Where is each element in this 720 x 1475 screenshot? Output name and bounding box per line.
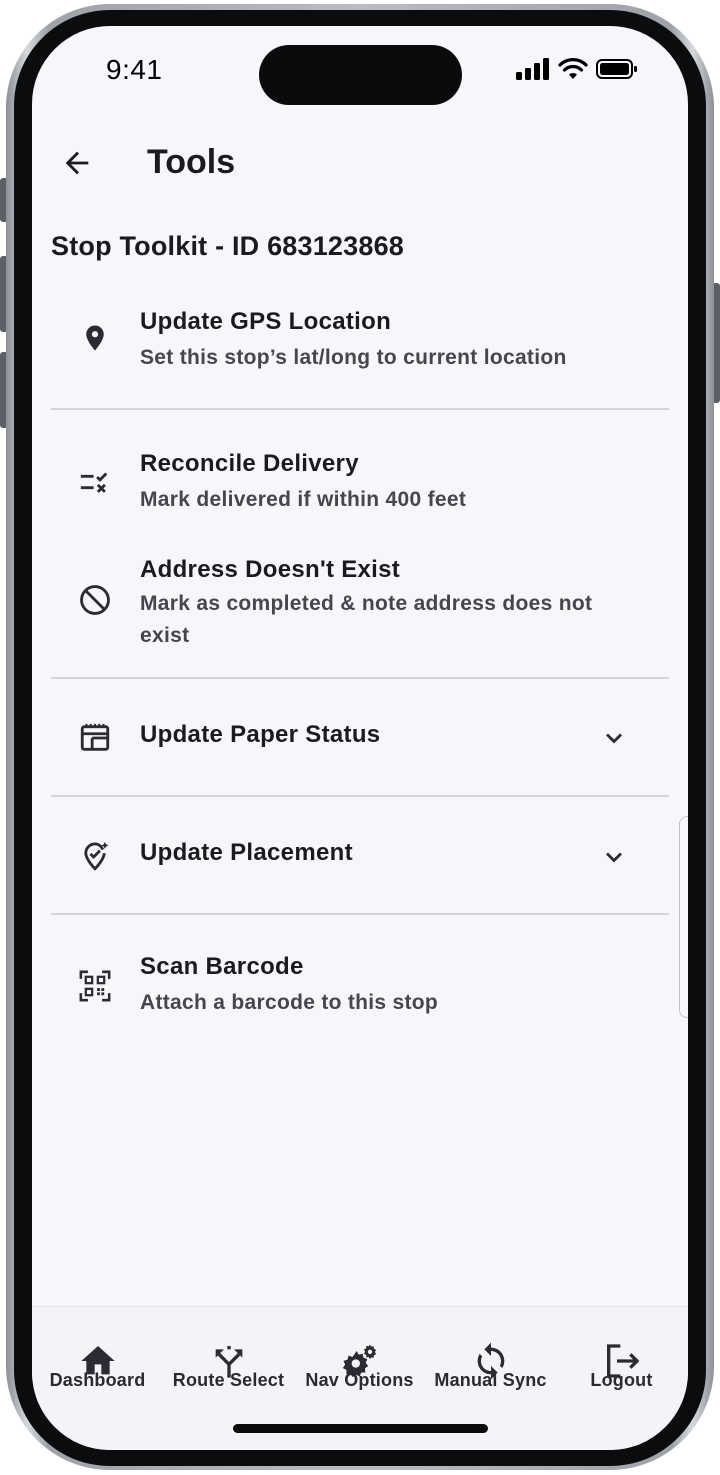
- action-description: Mark delivered if within 400 feet: [140, 488, 467, 511]
- nav-logout[interactable]: Logout: [556, 1307, 687, 1407]
- nav-label: Manual Sync: [434, 1370, 547, 1390]
- update-placement-item[interactable]: Update Placement: [32, 798, 688, 914]
- calendar-view-icon: [75, 718, 115, 758]
- nav-label: Dashboard: [49, 1370, 146, 1390]
- home-indicator[interactable]: [233, 1424, 488, 1433]
- app-screen: 9:41 Tools Stop Toolkit - ID 683123868 U…: [32, 26, 688, 1450]
- nav-label: Nav Options: [305, 1370, 414, 1390]
- map-pin-icon: [75, 318, 115, 358]
- address-does-not-exist-item[interactable]: Address Doesn't Exist Mark as completed …: [32, 542, 688, 672]
- cellular-signal-icon: [516, 58, 549, 80]
- action-title: Address Doesn't Exist: [140, 556, 401, 583]
- nav-route-select[interactable]: Route Select: [163, 1307, 294, 1407]
- divider: [51, 408, 669, 410]
- back-arrow-icon[interactable]: [60, 146, 94, 180]
- chevron-down-icon[interactable]: [600, 843, 628, 871]
- page-title: Tools: [147, 143, 236, 181]
- toolkit-heading: Stop Toolkit - ID 683123868: [51, 231, 405, 261]
- action-description: Attach a barcode to this stop: [140, 991, 439, 1014]
- status-icons: [516, 58, 638, 80]
- action-description: Set this stop’s lat/long to current loca…: [140, 346, 567, 369]
- status-time: 9:41: [106, 54, 163, 85]
- qr-scan-icon: [75, 966, 115, 1006]
- scrollbar[interactable]: [679, 816, 688, 1018]
- battery-icon: [596, 59, 637, 79]
- update-gps-location-item[interactable]: Update GPS Location Set this stop’s lat/…: [32, 296, 688, 406]
- reconcile-delivery-item[interactable]: Reconcile Delivery Mark delivered if wit…: [32, 436, 688, 536]
- action-title: Scan Barcode: [140, 953, 304, 980]
- block-icon: [75, 580, 115, 620]
- divider: [51, 795, 669, 797]
- nav-label: Route Select: [172, 1370, 285, 1390]
- checklist-cross-icon: [75, 462, 115, 502]
- nav-dashboard[interactable]: Dashboard: [32, 1307, 163, 1407]
- location-check-icon: [75, 836, 115, 876]
- chevron-down-icon[interactable]: [600, 724, 628, 752]
- action-title: Update GPS Location: [140, 308, 392, 335]
- update-paper-status-item[interactable]: Update Paper Status: [32, 680, 688, 796]
- nav-label: Logout: [590, 1370, 653, 1390]
- action-title: Update Placement: [140, 839, 353, 866]
- action-description: Mark as completed & note address does no…: [140, 592, 593, 647]
- action-title: Reconcile Delivery: [140, 450, 359, 477]
- divider: [51, 677, 669, 679]
- nav-nav-options[interactable]: Nav Options: [294, 1307, 425, 1407]
- action-title: Update Paper Status: [140, 721, 381, 748]
- wifi-icon: [558, 58, 588, 79]
- dynamic-island: [259, 45, 462, 105]
- nav-manual-sync[interactable]: Manual Sync: [425, 1307, 556, 1407]
- scan-barcode-item[interactable]: Scan Barcode Attach a barcode to this st…: [32, 946, 688, 1046]
- divider: [51, 913, 669, 915]
